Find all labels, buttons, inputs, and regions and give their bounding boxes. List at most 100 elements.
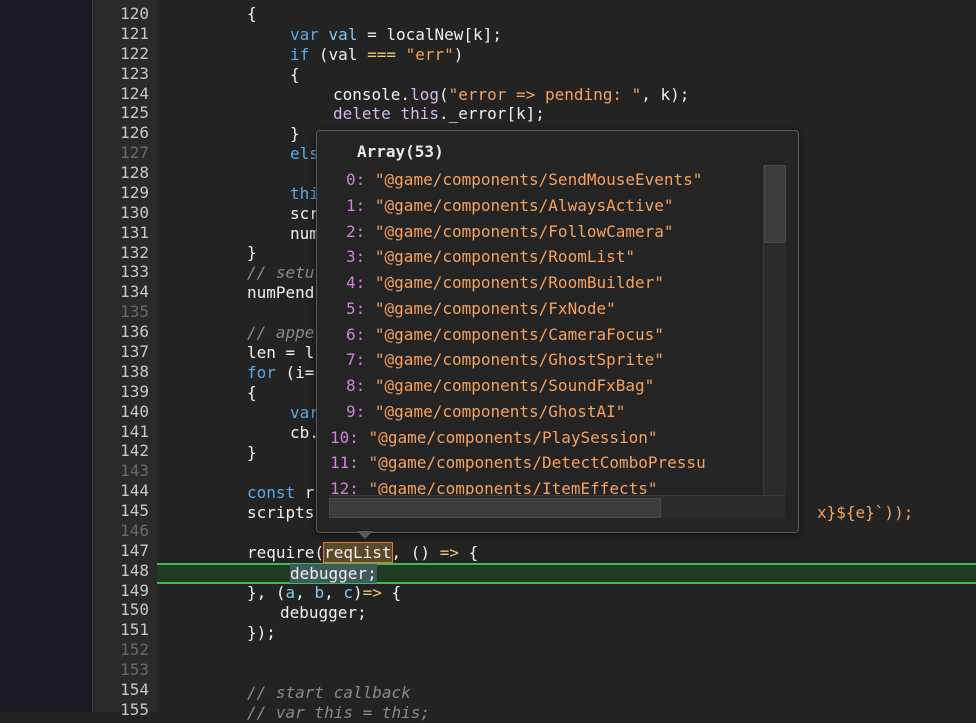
- array-value-string: "@game/components/RoomBuilder": [374, 273, 664, 292]
- array-item[interactable]: 2: "@game/components/FollowCamera": [346, 219, 674, 245]
- code-text: {: [458, 543, 479, 562]
- array-item[interactable]: 7: "@game/components/GhostSprite": [346, 347, 664, 373]
- array-item[interactable]: 0: "@game/components/SendMouseEvents": [346, 167, 702, 193]
- array-index: 10:: [330, 427, 359, 447]
- line-number[interactable]: 147: [93, 541, 149, 561]
- array-index: 8:: [346, 376, 366, 395]
- line-number[interactable]: 134: [93, 282, 149, 302]
- array-value-string: "@game/components/SoundFxBag": [374, 376, 655, 395]
- line-number[interactable]: 120: [93, 4, 149, 24]
- line-number[interactable]: 150: [93, 600, 149, 620]
- param-b: b: [314, 583, 325, 602]
- code-line-154: // start callback: [247, 683, 411, 703]
- keyword-var: var: [290, 25, 319, 44]
- line-number[interactable]: 123: [93, 64, 149, 84]
- array-item[interactable]: 10: "@game/components/PlaySession": [330, 425, 658, 451]
- comment: // var this = this;: [247, 703, 431, 722]
- line-number[interactable]: 133: [93, 262, 149, 282]
- line-number[interactable]: 142: [93, 441, 149, 461]
- string-literal: "err": [405, 45, 454, 64]
- vertical-scrollbar[interactable]: [763, 165, 786, 495]
- line-number[interactable]: 155: [93, 700, 149, 720]
- line-number[interactable]: 129: [93, 183, 149, 203]
- line-number[interactable]: 143: [93, 461, 149, 481]
- horizontal-scrollbar[interactable]: [329, 495, 785, 518]
- line-number[interactable]: 126: [93, 123, 149, 143]
- line-number[interactable]: 121: [93, 24, 149, 44]
- array-item[interactable]: 1: "@game/components/AlwaysActive": [346, 193, 674, 219]
- code-line-122: if (val === "err"): [290, 45, 463, 65]
- array-value-string: "@game/components/RoomList": [374, 247, 635, 267]
- line-number[interactable]: 131: [93, 223, 149, 243]
- code-line-127: els: [290, 144, 319, 164]
- array-item[interactable]: 5: "@game/components/FxNode": [346, 296, 616, 322]
- line-number[interactable]: 127: [93, 143, 149, 163]
- vertical-scrollbar-thumb[interactable]: [764, 165, 786, 243]
- comment: // appe: [247, 323, 315, 342]
- param-a: a: [285, 583, 296, 602]
- line-number[interactable]: 138: [93, 362, 149, 382]
- line-number[interactable]: 144: [93, 481, 149, 501]
- line-number[interactable]: 128: [93, 163, 149, 183]
- line-number[interactable]: 145: [93, 501, 149, 521]
- horizontal-scrollbar-thumb[interactable]: [329, 498, 661, 518]
- array-index: 7:: [346, 350, 366, 370]
- variable-preview-popover[interactable]: Array(53) 0: "@game/components/SendMouse…: [316, 130, 799, 533]
- array-index: 0:: [346, 170, 366, 189]
- array-value-string: "@game/components/AlwaysActive": [374, 195, 674, 215]
- line-number-gutter[interactable]: 120 121 122 123 124 125 126 127 128 129 130 131 132 1…: [92, 0, 157, 719]
- code-line-145-tail: x}${e}`));: [817, 503, 913, 523]
- code-text: num: [290, 224, 319, 243]
- arrow-operator: =>: [362, 583, 382, 602]
- code-line-139: {: [247, 383, 257, 403]
- array-item[interactable]: 8: "@game/components/SoundFxBag": [346, 373, 654, 399]
- line-number[interactable]: 149: [93, 581, 149, 601]
- line-number[interactable]: 135: [93, 302, 149, 322]
- hovered-identifier-reqList[interactable]: reqList: [323, 542, 393, 563]
- side-panel-edge: [0, 0, 92, 712]
- code-line-148: debugger;: [290, 564, 377, 584]
- line-number[interactable]: 130: [93, 203, 149, 223]
- array-item[interactable]: 12: "@game/components/ItemEffects": [330, 476, 658, 495]
- array-item[interactable]: 11: "@game/components/DetectComboPressu: [330, 450, 706, 476]
- line-number[interactable]: 139: [93, 382, 149, 402]
- array-item[interactable]: 6: "@game/components/CameraFocus": [346, 322, 664, 348]
- line-number[interactable]: 137: [93, 342, 149, 362]
- line-number[interactable]: 124: [93, 84, 149, 104]
- code-text: localNew[k];: [386, 25, 502, 44]
- code-line-132: }: [247, 243, 257, 263]
- code-text: cb.: [290, 423, 319, 442]
- array-item[interactable]: 4: "@game/components/RoomBuilder": [346, 270, 664, 296]
- code-text: ,: [324, 583, 344, 602]
- code-text: {: [247, 4, 257, 23]
- array-value-string: "@game/components/CameraFocus": [374, 324, 664, 344]
- array-items-list[interactable]: 0: "@game/components/SendMouseEvents" 1: …: [317, 167, 757, 495]
- line-number[interactable]: 136: [93, 322, 149, 342]
- line-number[interactable]: 152: [93, 640, 149, 660]
- popover-title[interactable]: Array(53): [357, 142, 444, 161]
- array-value-string: "@game/components/GhostSprite": [374, 350, 664, 370]
- keyword-this: thi: [290, 184, 319, 203]
- line-number[interactable]: 125: [93, 103, 149, 123]
- code-text: }, (: [247, 583, 286, 602]
- operator: ===: [367, 45, 396, 64]
- code-line-145: scripts: [247, 503, 314, 523]
- array-index: 5:: [346, 298, 366, 318]
- line-number[interactable]: 140: [93, 402, 149, 422]
- code-line-131: num: [290, 224, 319, 244]
- line-number[interactable]: 146: [93, 521, 149, 541]
- array-item[interactable]: 3: "@game/components/RoomList": [346, 244, 635, 270]
- line-number[interactable]: 122: [93, 44, 149, 64]
- line-number[interactable]: 148: [93, 561, 149, 581]
- code-line-155: // var this = this;: [247, 703, 430, 723]
- line-number[interactable]: 153: [93, 660, 149, 680]
- line-number[interactable]: 151: [93, 620, 149, 640]
- line-number[interactable]: 154: [93, 680, 149, 700]
- popover-pointer-arrow: [357, 531, 373, 539]
- line-number[interactable]: 132: [93, 243, 149, 263]
- line-number[interactable]: 141: [93, 422, 149, 442]
- code-line-149: }, (a, b, c)=> {: [247, 583, 401, 603]
- array-item[interactable]: 9: "@game/components/GhostAI": [346, 399, 625, 425]
